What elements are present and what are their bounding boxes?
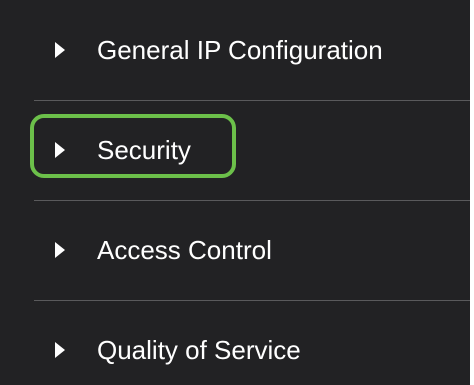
caret-right-icon	[55, 142, 65, 158]
nav-item-quality-of-service[interactable]: Quality of Service	[0, 315, 470, 385]
nav-item-label: Access Control	[97, 235, 272, 265]
divider	[34, 300, 470, 301]
caret-right-icon	[55, 42, 65, 58]
sidebar-navigation: General IP Configuration Security Access…	[0, 0, 470, 385]
nav-item-access-control[interactable]: Access Control	[0, 215, 470, 285]
nav-item-label: Security	[97, 135, 191, 165]
screenshot-page: General IP Configuration Security Access…	[0, 0, 474, 385]
divider	[34, 200, 470, 201]
nav-item-label: Quality of Service	[97, 335, 301, 365]
page-edge	[470, 0, 474, 385]
caret-right-icon	[55, 342, 65, 358]
nav-item-general-ip-configuration[interactable]: General IP Configuration	[0, 15, 470, 85]
nav-item-security[interactable]: Security	[0, 115, 470, 185]
divider	[34, 100, 470, 101]
nav-item-label: General IP Configuration	[97, 35, 383, 65]
caret-right-icon	[55, 242, 65, 258]
